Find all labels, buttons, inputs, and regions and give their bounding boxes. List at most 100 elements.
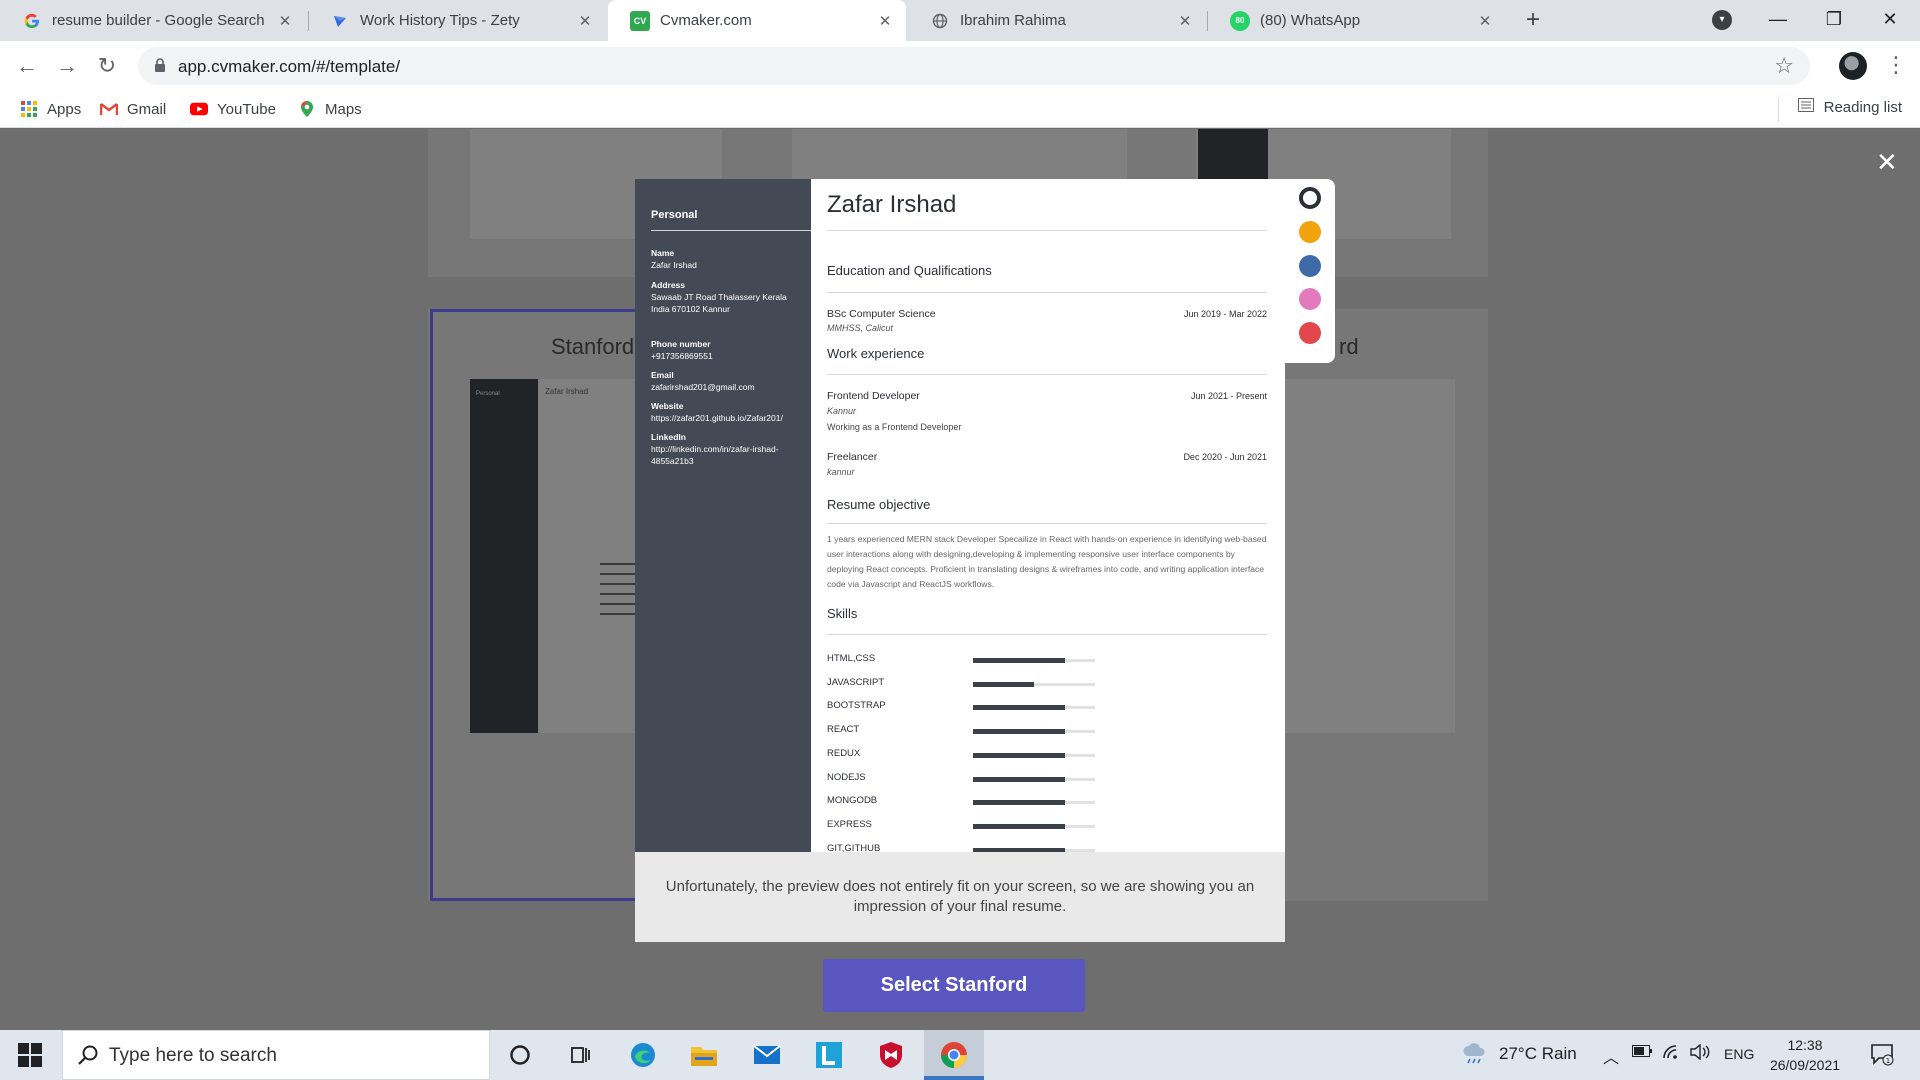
lock-icon[interactable] [154, 57, 166, 73]
skill-meter [973, 777, 1095, 782]
file-explorer-icon[interactable] [687, 1038, 721, 1072]
close-window-icon[interactable]: ✕ [1862, 0, 1918, 41]
field-label: Name [651, 248, 675, 258]
bookmark-apps[interactable]: Apps [20, 98, 81, 120]
field-label: LinkedIn [651, 432, 686, 442]
skill-row: BOOTSTRAP [827, 700, 1267, 714]
field-value: Sawaab JT Road Thalassery Kerala India 6… [651, 292, 787, 314]
skill-name: REACT [827, 724, 860, 735]
work-place: kannur [827, 467, 855, 477]
menu-icon[interactable]: ⋮ [1885, 51, 1907, 81]
maps-icon [298, 100, 316, 118]
whatsapp-icon: 80 [1230, 10, 1250, 31]
color-swatch-pink[interactable] [1299, 288, 1321, 310]
mcafee-icon[interactable] [874, 1038, 908, 1072]
wifi-icon[interactable] [1662, 1044, 1682, 1065]
close-overlay-icon[interactable]: ✕ [1876, 147, 1898, 178]
work-place: Kannur [827, 406, 857, 416]
volume-icon[interactable] [1690, 1043, 1712, 1065]
battery-icon[interactable] [1632, 1044, 1652, 1062]
address-bar[interactable]: app.cvmaker.com/#/template/ ☆ [138, 47, 1810, 85]
skill-level-bar [973, 777, 1065, 782]
personal-field-name: Name Zafar Irshad [651, 247, 803, 271]
back-icon[interactable]: ← [10, 49, 44, 83]
task-view-icon[interactable] [563, 1038, 597, 1072]
personal-field-address: Address Sawaab JT Road Thalassery Kerala… [651, 279, 803, 315]
active-indicator [924, 1076, 984, 1080]
google-icon [22, 11, 42, 31]
template-page: Stanford rd Personal Zafar Irshad ✕ Pers… [0, 129, 1920, 1030]
profile-avatar[interactable] [1839, 52, 1867, 80]
lens-app-icon[interactable] [812, 1038, 846, 1072]
section-title-education: Education and Qualifications [827, 263, 992, 278]
bookmark-gmail[interactable]: Gmail [100, 98, 166, 120]
close-tab-icon[interactable]: ✕ [1176, 12, 1194, 30]
skill-row: GIT,GITHUB [827, 843, 1267, 852]
divider [651, 230, 811, 231]
chevron-up-icon[interactable]: ︿ [1603, 1044, 1619, 1068]
windows-start-icon[interactable] [10, 1040, 50, 1070]
apps-grid-icon [20, 100, 38, 118]
gmail-icon [100, 100, 118, 118]
template-card-label: rd [1339, 334, 1359, 359]
work-description: Working as a Frontend Developer [827, 422, 962, 432]
close-tab-icon[interactable]: ✕ [576, 12, 594, 30]
tab-title: Cvmaker.com [660, 12, 752, 29]
skill-level-bar [973, 705, 1065, 710]
taskbar: Type here to search 27°C Rain ︿ ENG 12:3… [0, 1030, 1920, 1080]
zety-icon [330, 11, 350, 31]
resume-preview: Personal Name Zafar Irshad Address Sawaa… [635, 179, 1285, 852]
language-indicator[interactable]: ENG [1724, 1046, 1754, 1062]
reload-icon[interactable]: ↻ [90, 49, 124, 83]
field-value: https://zafar201.github.io/Zafar201/ [651, 413, 783, 423]
color-swatch-white[interactable] [1299, 187, 1321, 209]
notification-icon[interactable]: 1 [1870, 1042, 1894, 1066]
weather-text[interactable]: 27°C Rain [1499, 1044, 1577, 1064]
weather-icon[interactable] [1462, 1042, 1488, 1069]
skill-name: BOOTSTRAP [827, 700, 886, 711]
tab-whatsapp[interactable]: 80 (80) WhatsApp ✕ [1208, 0, 1506, 41]
color-swatch-red[interactable] [1299, 322, 1321, 344]
edge-icon[interactable] [626, 1038, 660, 1072]
tab-zety[interactable]: Work History Tips - Zety ✕ [308, 0, 606, 41]
bookmark-maps[interactable]: Maps [298, 98, 362, 120]
tab-google-search[interactable]: resume builder - Google Search ✕ [0, 0, 306, 41]
chrome-icon[interactable] [937, 1038, 971, 1072]
restore-icon[interactable]: ❐ [1806, 0, 1862, 41]
field-value: +917356869551 [651, 351, 713, 361]
reading-list-button[interactable]: Reading list [1797, 98, 1902, 116]
bookmark-star-icon[interactable]: ☆ [1774, 53, 1794, 79]
mail-icon[interactable] [750, 1038, 784, 1072]
field-label: Address [651, 280, 686, 290]
tab-ibrahim-rahima[interactable]: Ibrahim Rahima ✕ [908, 0, 1206, 41]
tab-search-icon[interactable]: ▾ [1712, 10, 1732, 30]
tab-strip: resume builder - Google Search ✕ Work Hi… [0, 0, 1920, 41]
skill-level-bar [973, 729, 1065, 734]
url-text[interactable]: app.cvmaker.com/#/template/ [178, 57, 400, 77]
divider [827, 523, 1267, 524]
minimize-icon[interactable]: — [1750, 0, 1806, 41]
forward-icon[interactable]: → [50, 49, 84, 83]
new-tab-icon[interactable]: + [1519, 6, 1547, 34]
education-degree: BSc Computer Science [827, 308, 936, 320]
close-tab-icon[interactable]: ✕ [876, 12, 894, 30]
tab-title: Ibrahim Rahima [960, 12, 1066, 29]
close-tab-icon[interactable]: ✕ [276, 12, 294, 30]
skill-row: JAVASCRIPT [827, 677, 1267, 691]
skill-level-bar [973, 682, 1034, 687]
color-swatch-orange[interactable] [1299, 221, 1321, 243]
skill-row: MONGODB [827, 795, 1267, 809]
taskbar-search[interactable]: Type here to search [62, 1030, 490, 1080]
bookmarks-bar: Apps Gmail YouTube Maps Reading list [0, 91, 1920, 128]
skill-name: HTML,CSS [827, 653, 876, 664]
select-template-button[interactable]: Select Stanford [823, 959, 1085, 1012]
color-swatch-blue[interactable] [1299, 255, 1321, 277]
cortana-icon[interactable] [503, 1038, 537, 1072]
work-dates: Dec 2020 - Jun 2021 [1183, 452, 1267, 462]
close-tab-icon[interactable]: ✕ [1476, 12, 1494, 30]
bookmark-youtube[interactable]: YouTube [190, 98, 276, 120]
system-clock[interactable]: 12:38 26/09/2021 [1755, 1035, 1855, 1075]
tab-title: Work History Tips - Zety [360, 12, 520, 29]
tab-cvmaker[interactable]: CV Cvmaker.com ✕ [608, 0, 906, 41]
skill-meter [973, 682, 1095, 687]
